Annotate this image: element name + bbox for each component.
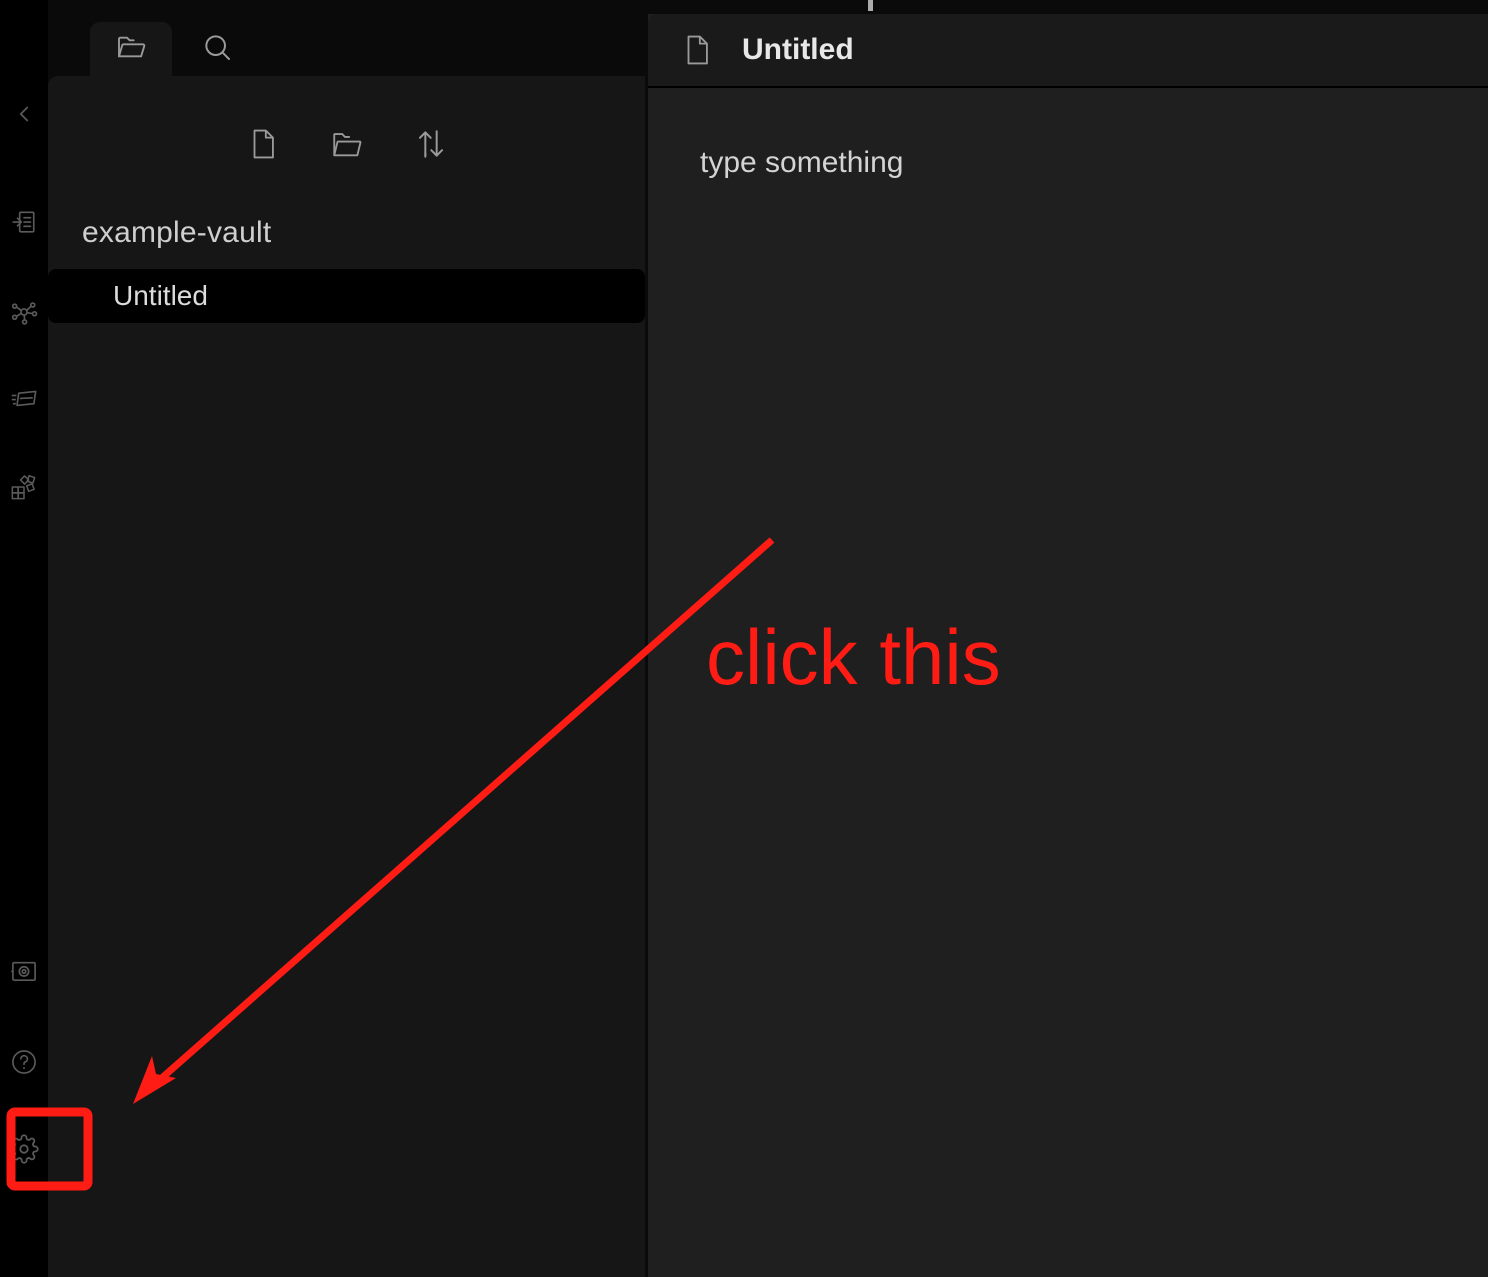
document-icon (680, 33, 714, 67)
editor-text-line[interactable]: type something (700, 146, 903, 180)
left-ribbon (0, 0, 48, 1277)
new-note-icon (246, 127, 280, 166)
sidebar-tab-files[interactable] (90, 22, 172, 76)
vault-icon (10, 958, 38, 986)
open-another-vault-button[interactable] (0, 948, 48, 996)
new-folder-icon (330, 127, 364, 166)
chevron-left-icon (11, 101, 37, 127)
settings-button[interactable] (0, 1125, 48, 1173)
file-item-untitled[interactable]: Untitled (48, 269, 645, 323)
graph-icon (10, 298, 38, 326)
canvas-button[interactable] (0, 375, 48, 423)
folder-icon (115, 31, 147, 68)
editor-pane: Untitled type something (648, 14, 1488, 1277)
obsidian-window: example-vault Untitled Untitled type som… (0, 0, 1488, 1277)
sidebar-tab-search[interactable] (176, 22, 258, 76)
sidebar-tabbar (48, 14, 645, 76)
file-explorer-toolbar (48, 116, 645, 176)
window-titlebar (0, 0, 1488, 14)
file-item-label: Untitled (113, 280, 208, 311)
template-button[interactable] (0, 463, 48, 511)
sort-order-button[interactable] (410, 125, 452, 167)
new-note-button[interactable] (242, 125, 284, 167)
quick-switcher-button[interactable] (0, 198, 48, 246)
editor-tab-title[interactable]: Untitled (742, 33, 854, 67)
new-folder-button[interactable] (326, 125, 368, 167)
help-button[interactable] (0, 1038, 48, 1086)
titlebar-text-fragment (868, 0, 873, 11)
file-explorer: example-vault Untitled (48, 76, 645, 1277)
search-icon (201, 31, 233, 68)
editor-tabbar: Untitled (648, 14, 1488, 88)
template-icon (10, 473, 38, 501)
editor-content[interactable]: type something (648, 90, 1488, 1277)
vault-name: example-vault (82, 216, 272, 249)
help-circle-icon (10, 1048, 38, 1076)
settings-gear-icon (9, 1134, 39, 1164)
note-import-icon (11, 209, 37, 235)
canvas-icon (10, 385, 38, 413)
graph-view-button[interactable] (0, 288, 48, 336)
collapse-left-sidebar-button[interactable] (0, 90, 48, 138)
sort-icon (414, 127, 448, 166)
left-sidebar: example-vault Untitled (48, 14, 645, 1277)
